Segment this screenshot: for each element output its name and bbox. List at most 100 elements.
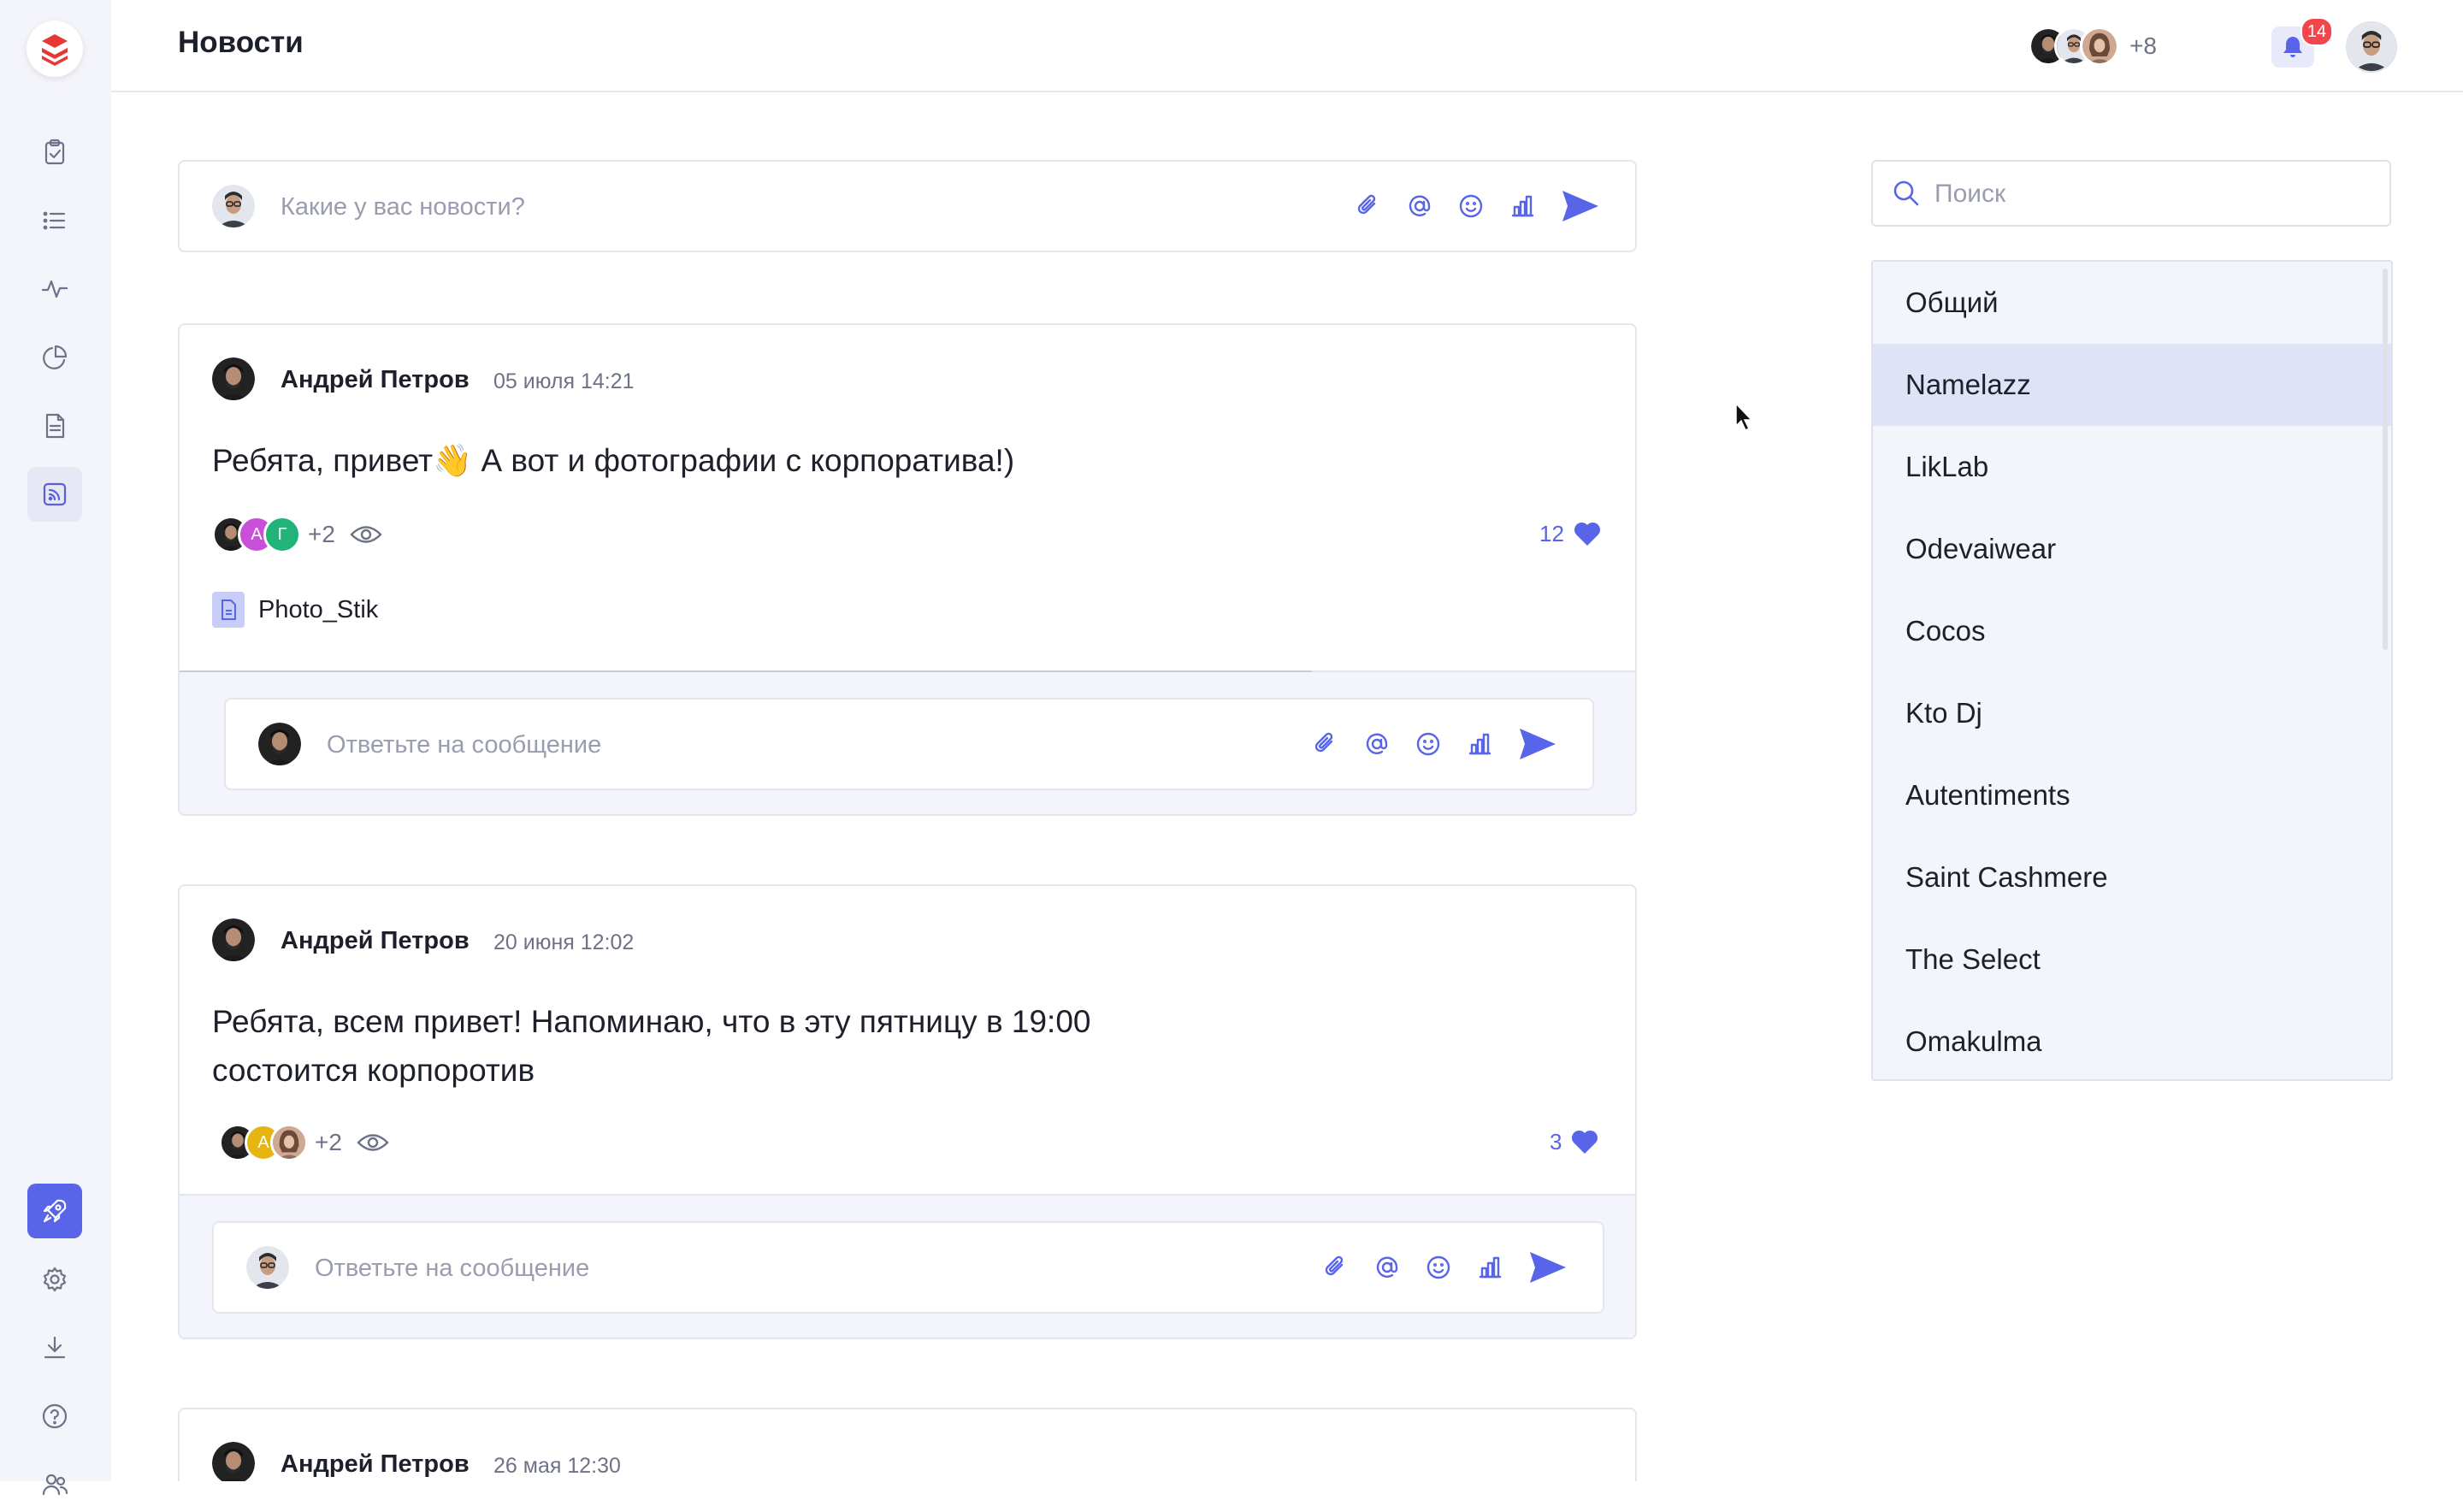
nav-documents[interactable] (27, 399, 82, 453)
eye-icon (349, 522, 383, 547)
like-button[interactable]: 3 (1550, 1128, 1599, 1155)
composer-input[interactable]: Какие у вас новости? (281, 193, 525, 221)
nav-list[interactable] (27, 193, 82, 248)
news-post: Андрей Петров 05 июля 14:21 Ребята, прив… (178, 323, 1637, 816)
poll-button[interactable] (1505, 189, 1539, 223)
company-item[interactable]: Cocos (1873, 590, 2391, 672)
like-button[interactable]: 12 (1539, 520, 1602, 547)
post-viewers[interactable]: А Г +2 (212, 516, 383, 553)
mention-button[interactable] (1360, 727, 1394, 761)
company-item-selected[interactable]: Namelazz (1873, 344, 2391, 426)
post-author-avatar (212, 918, 255, 961)
nav-tasks[interactable] (27, 125, 82, 180)
reply-box[interactable]: Ответьте на сообщение (224, 698, 1594, 790)
gear-icon (43, 1267, 67, 1292)
post-author[interactable]: Андрей Петров (281, 927, 470, 955)
company-item[interactable]: Odevaiwear (1873, 508, 2391, 590)
activity-icon (41, 280, 68, 298)
sidebar (0, 0, 111, 1496)
bar-chart-icon (1511, 195, 1534, 217)
reply-area: Ответьте на сообщение (180, 670, 1635, 814)
send-icon (1530, 1252, 1566, 1283)
company-item[interactable]: Общий (1873, 262, 2391, 344)
reply-input[interactable]: Ответьте на сообщение (315, 1255, 589, 1283)
members-more-count: +8 (2129, 32, 2157, 59)
reply-box[interactable]: Ответьте на сообщение (212, 1221, 1604, 1314)
poll-button[interactable] (1462, 727, 1497, 761)
attach-button[interactable] (1351, 189, 1385, 223)
smile-icon (1459, 194, 1483, 218)
pie-chart-icon (43, 345, 68, 369)
logo-icon (42, 34, 68, 66)
attach-button[interactable] (1308, 727, 1343, 761)
smile-icon (1426, 1255, 1450, 1279)
mention-button[interactable] (1403, 189, 1437, 223)
company-list-scrollbar[interactable] (2383, 269, 2388, 650)
send-button[interactable] (1524, 1250, 1570, 1285)
viewers-more-count: +2 (308, 521, 335, 547)
mention-button[interactable] (1370, 1250, 1404, 1285)
heart-icon (1572, 1130, 1598, 1154)
paperclip-icon (1314, 732, 1333, 753)
member-avatar (2080, 27, 2119, 66)
user-avatar[interactable] (2346, 21, 2397, 73)
post-viewers[interactable]: А +2 (219, 1124, 390, 1161)
send-button[interactable] (1556, 189, 1603, 223)
reply-avatar (258, 723, 301, 765)
app-logo[interactable] (27, 21, 83, 77)
post-author[interactable]: Андрей Петров (281, 1450, 470, 1479)
nav-downloads[interactable] (27, 1320, 82, 1375)
emoji-button[interactable] (1454, 189, 1488, 223)
mouse-cursor-icon (1735, 402, 1753, 432)
poll-button[interactable] (1473, 1250, 1507, 1285)
company-item[interactable]: Saint Cashmere (1873, 836, 2391, 918)
clipboard-check-icon (44, 139, 65, 165)
search-box (1871, 160, 2391, 227)
at-sign-icon (1366, 733, 1388, 754)
rocket-icon (43, 1199, 67, 1223)
paperclip-icon (1357, 194, 1376, 215)
reply-area: Ответьте на сообщение (180, 1194, 1635, 1338)
post-author[interactable]: Андрей Петров (281, 366, 470, 394)
company-item[interactable]: Omakulma (1873, 1001, 2391, 1079)
viewer-avatar: Г (263, 516, 301, 553)
nav-users[interactable] (27, 1457, 82, 1512)
nav-settings[interactable] (27, 1252, 82, 1307)
search-input[interactable] (1933, 172, 2364, 216)
nav-activity[interactable] (27, 262, 82, 316)
reply-input[interactable]: Ответьте на сообщение (327, 731, 601, 759)
attach-button[interactable] (1319, 1250, 1353, 1285)
attachment[interactable]: Photo_Stik (212, 592, 378, 628)
attachment-name: Photo_Stik (258, 595, 379, 623)
heart-icon (1574, 522, 1600, 546)
company-item[interactable]: Autentiments (1873, 754, 2391, 836)
send-icon (1520, 729, 1556, 759)
nav-reports[interactable] (27, 330, 82, 385)
smile-icon (1416, 732, 1440, 756)
send-icon (1562, 191, 1598, 221)
nav-launch[interactable] (27, 1184, 82, 1238)
progress-line (180, 670, 1312, 672)
emoji-button[interactable] (1411, 727, 1445, 761)
at-sign-icon (1409, 195, 1431, 216)
page-title: Новости (178, 26, 304, 59)
bar-chart-icon (1468, 733, 1491, 755)
news-composer[interactable]: Какие у вас новости? (178, 160, 1637, 252)
nav-news[interactable] (27, 467, 82, 522)
bar-chart-icon (1479, 1256, 1502, 1279)
send-button[interactable] (1514, 727, 1560, 761)
viewers-more-count: +2 (315, 1129, 342, 1155)
eye-icon (356, 1130, 390, 1155)
team-members[interactable]: +8 (2029, 27, 2157, 66)
company-item[interactable]: The Select (1873, 918, 2391, 1001)
emoji-button[interactable] (1421, 1250, 1456, 1285)
post-text: Ребята, привет👋 А вот и фотографии с кор… (212, 443, 1015, 478)
paperclip-icon (1325, 1255, 1344, 1276)
nav-help[interactable] (27, 1389, 82, 1444)
news-post: Андрей Петров 20 июня 12:02 Ребята, всем… (178, 884, 1637, 1339)
reply-tools (1319, 1250, 1570, 1285)
news-feed-icon (43, 482, 67, 506)
company-item[interactable]: Kto Dj (1873, 672, 2391, 754)
company-item[interactable]: LikLab (1873, 426, 2391, 508)
post-text: Ребята, всем привет! Напоминаю, что в эт… (212, 1004, 1091, 1088)
